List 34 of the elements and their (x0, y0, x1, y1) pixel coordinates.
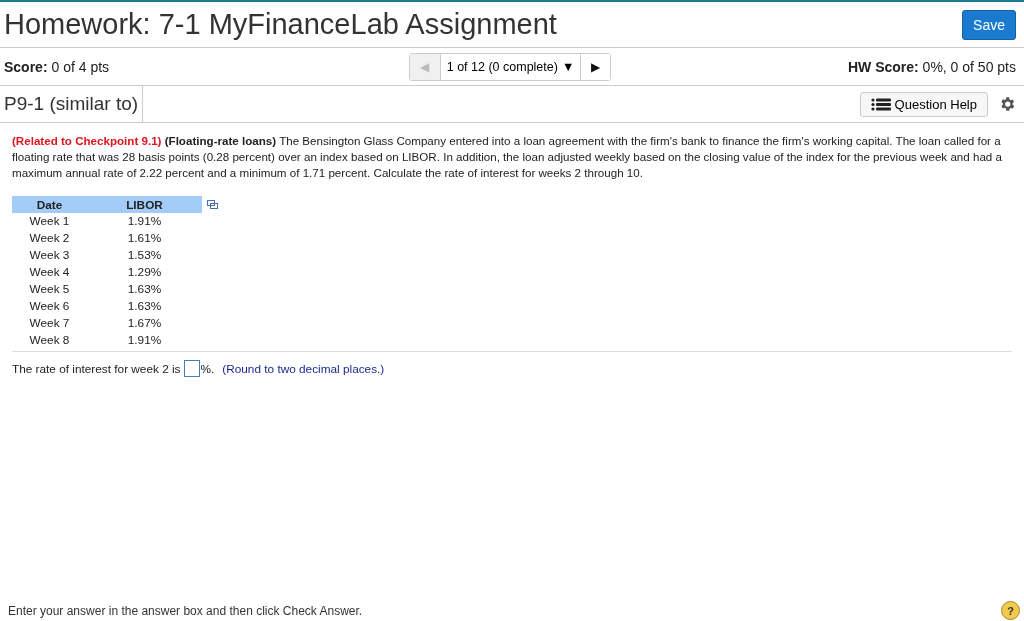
table-cell-text: Week 7 (28, 315, 71, 332)
hw-score-text: HW Score: 0%, 0 of 50 pts (847, 58, 1016, 75)
table-cell-text: 1.67% (126, 315, 163, 332)
question-title: P9-1 (similar to) (4, 86, 144, 122)
table-cell-text: 1.91% (126, 332, 163, 349)
question-text: (Related to Checkpoint 9.1) (Floating-rate loans) The Bensington Glass Company entered into a loan agreement with the firm's bank to finance the firm's working capital. The loan called for a floating rate that was 28 basis points (0.28 percent) over an index based on LIBOR. In addition, the loan adjusted weekly based on the closing value of the index for the previous week and had a maximum annual rate of 2.22 percent and a minimum of 1.71 percent. Calculate the rate of interest for weeks 2 through 10. (12, 133, 1003, 181)
help-icon[interactable]: ? (1001, 601, 1020, 620)
instruction-text: Enter your answer in the answer box and then click Check Answer. (8, 603, 363, 618)
table-cell-text: Week 4 (28, 264, 71, 281)
list-icon (870, 97, 891, 111)
popout-icon[interactable] (207, 200, 218, 209)
score-text: Score: 0 of 4 pts (4, 58, 110, 75)
table-cell-text: 1.61% (126, 230, 163, 247)
table-cell-text: 1.63% (126, 281, 163, 298)
table-cell: Week 1 (12, 213, 87, 230)
table-cell-text: 1.53% (126, 247, 163, 264)
table-cell-text: Week 3 (28, 247, 71, 264)
column-header: Date (12, 196, 87, 213)
column-header: LIBOR (87, 196, 202, 213)
next-button[interactable]: ▶ (580, 53, 611, 80)
save-button[interactable]: Save (962, 9, 1016, 40)
page-title: Homework: 7-1 MyFinanceLab Assignment (4, 8, 557, 41)
table-cell-text: Week 5 (28, 281, 71, 298)
answer-prompt: The rate of interest for week 2 is (12, 360, 181, 377)
question-help-button[interactable]: Question Help (859, 91, 988, 117)
table-cell-text: 1.29% (126, 264, 163, 281)
rounding-hint: (Round to two decimal places.) (222, 360, 385, 377)
table-cell-text: Week 8 (28, 332, 71, 349)
percent-sign: %. (200, 360, 215, 377)
table-cell-text: 1.63% (126, 298, 163, 315)
table-cell-text: Week 2 (28, 230, 71, 247)
table-cell: 1.91% (87, 213, 202, 230)
answer-field[interactable] (183, 360, 200, 377)
table-cell-text: Week 6 (28, 298, 71, 315)
